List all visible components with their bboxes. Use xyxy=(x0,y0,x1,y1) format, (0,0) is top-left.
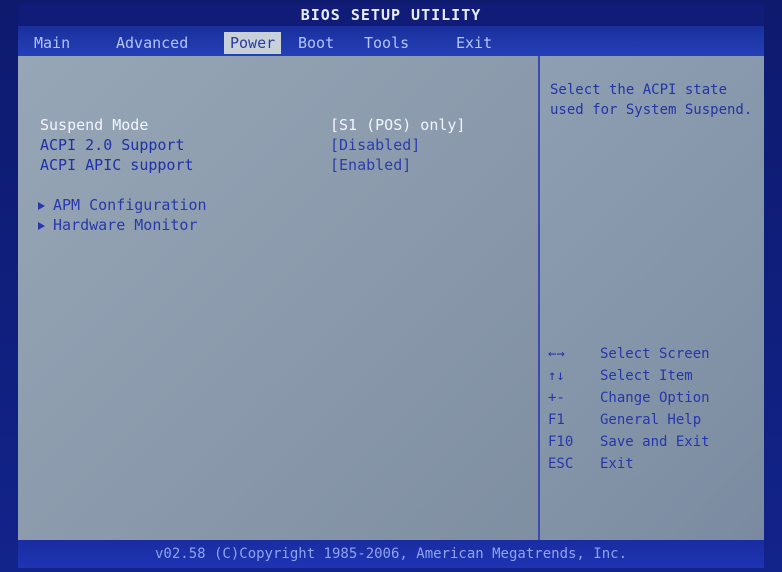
key-description: Exit xyxy=(600,456,634,472)
key-legend-row: ←→ Select Screen xyxy=(548,346,762,368)
help-panel: Select the ACPI state used for System Su… xyxy=(540,56,764,540)
tab-tools[interactable]: Tools xyxy=(358,32,415,54)
key-legend-row: +- Change Option xyxy=(548,390,762,412)
submenu-label: APM Configuration xyxy=(53,196,207,214)
tab-boot[interactable]: Boot xyxy=(292,32,340,54)
key-name: +- xyxy=(548,390,565,406)
key-description: Select Item xyxy=(600,368,693,384)
key-name: ←→ xyxy=(548,346,565,362)
key-legend-row: F1 General Help xyxy=(548,412,762,434)
tab-main[interactable]: Main xyxy=(28,32,76,54)
key-name: ESC xyxy=(548,456,574,472)
submenu-hardware-monitor[interactable]: Hardware Monitor xyxy=(38,216,198,234)
submenu-arrow-icon xyxy=(38,201,45,210)
tab-exit[interactable]: Exit xyxy=(450,32,498,54)
setting-value-suspend-mode[interactable]: [S1 (POS) only] xyxy=(330,116,465,134)
setting-value-acpi-apic[interactable]: [Enabled] xyxy=(330,156,411,174)
key-name: ↑↓ xyxy=(548,368,565,384)
key-description: Change Option xyxy=(600,390,710,406)
tab-advanced[interactable]: Advanced xyxy=(110,32,194,54)
key-name: F1 xyxy=(548,412,565,428)
setting-value-acpi-20[interactable]: [Disabled] xyxy=(330,136,420,154)
footer-bar: v02.58 (C)Copyright 1985-2006, American … xyxy=(18,540,764,568)
setting-label-acpi-20[interactable]: ACPI 2.0 Support xyxy=(40,136,185,154)
key-description: General Help xyxy=(600,412,702,428)
setting-label-suspend-mode[interactable]: Suspend Mode xyxy=(40,116,148,134)
help-description: Select the ACPI state used for System Su… xyxy=(550,82,753,118)
submenu-apm-configuration[interactable]: APM Configuration xyxy=(38,196,207,214)
key-legend: ←→ Select Screen ↑↓ Select Item +- Chang… xyxy=(548,346,762,478)
submenu-arrow-icon xyxy=(38,221,45,230)
key-name: F10 xyxy=(548,434,574,450)
settings-panel: Suspend Mode [S1 (POS) only] ACPI 2.0 Su… xyxy=(18,56,540,540)
bios-screen: BIOS SETUP UTILITY Main Advanced Power B… xyxy=(0,0,782,572)
key-legend-row: ↑↓ Select Item xyxy=(548,368,762,390)
key-legend-row: ESC Exit xyxy=(548,456,762,478)
key-description: Select Screen xyxy=(600,346,710,362)
key-description: Save and Exit xyxy=(600,434,710,450)
tab-power[interactable]: Power xyxy=(224,32,282,54)
title-bar: BIOS SETUP UTILITY xyxy=(18,4,764,26)
key-legend-row: F10 Save and Exit xyxy=(548,434,762,456)
setting-label-acpi-apic[interactable]: ACPI APIC support xyxy=(40,156,194,174)
submenu-label: Hardware Monitor xyxy=(53,216,198,234)
app-title: BIOS SETUP UTILITY xyxy=(300,6,482,24)
copyright-text: v02.58 (C)Copyright 1985-2006, American … xyxy=(154,546,627,562)
menu-bar: Main Advanced Power Boot Tools Exit xyxy=(18,26,764,56)
